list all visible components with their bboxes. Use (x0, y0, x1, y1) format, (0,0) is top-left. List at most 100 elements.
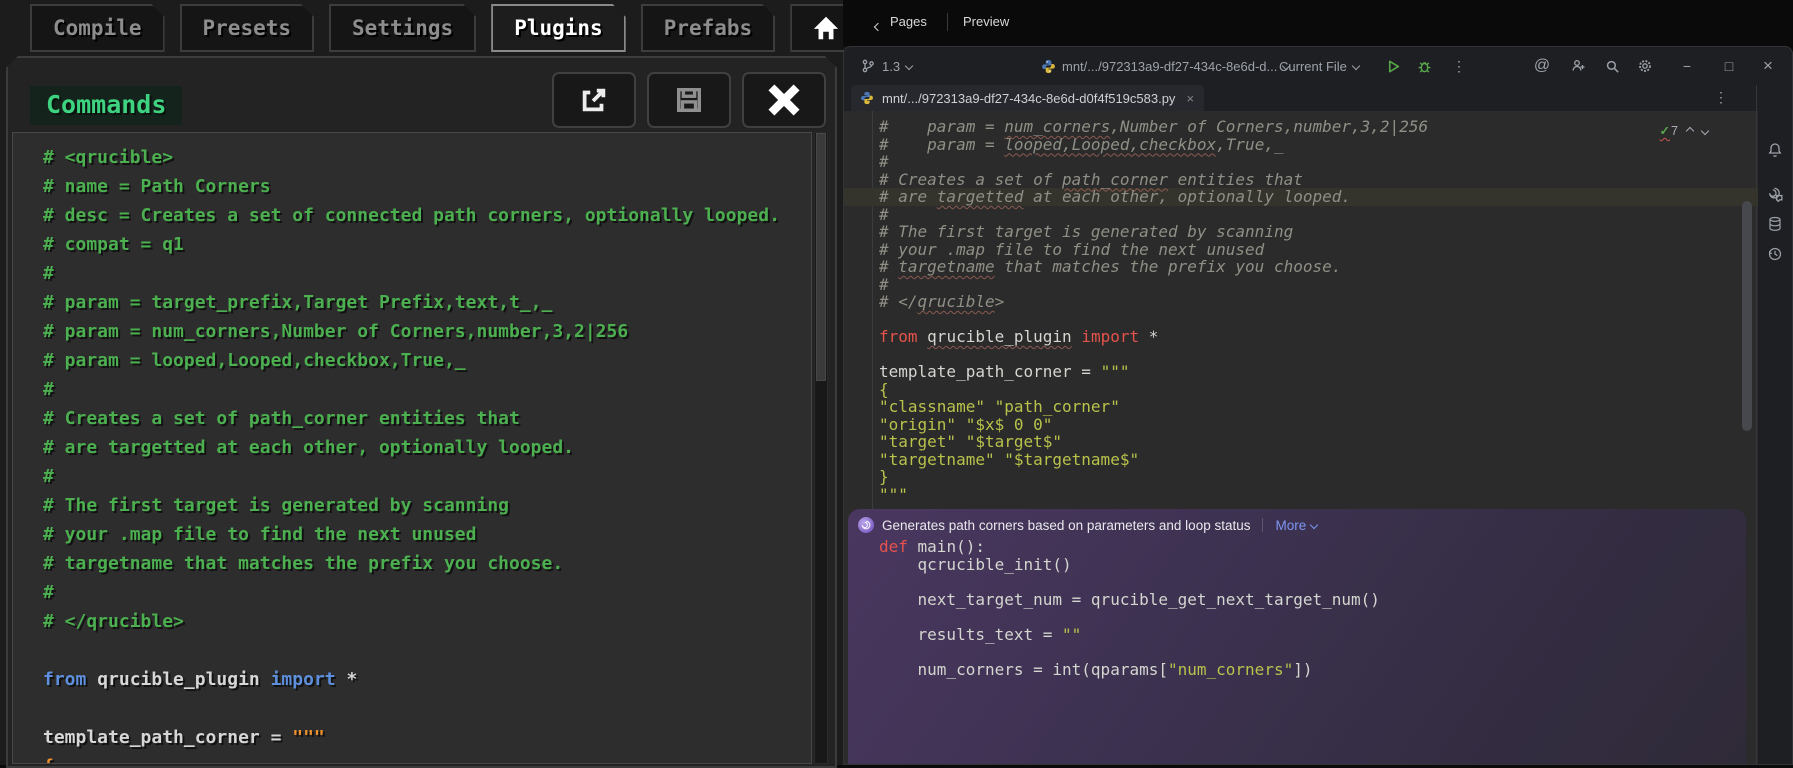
tab-plugins[interactable]: Plugins (491, 4, 626, 52)
database-icon[interactable] (1757, 211, 1793, 237)
save-button[interactable] (647, 72, 731, 128)
code-line: # </qrucible> (844, 293, 1758, 311)
commands-panel: Commands # <qrucible># name (6, 56, 837, 768)
code-line: from qrucible_plugin import * (43, 665, 811, 694)
pages-toolbar: Pages Preview (843, 0, 1793, 46)
tab-filename: mnt/.../972313a9-df27-434c-8e6d-d0f4f519… (882, 91, 1175, 106)
inspection-count: 7 (1671, 124, 1678, 138)
code-line: qcrucible_init() (844, 556, 1758, 574)
plugin-code-editor[interactable]: # <qrucible># name = Path Corners# desc … (12, 132, 812, 764)
chevron-down-icon (1352, 62, 1360, 70)
right-code-lines: # param = num_corners,Number of Corners,… (844, 111, 1758, 678)
settings-gear-icon[interactable] (1630, 47, 1660, 85)
code-line: # <qrucible> (43, 143, 811, 172)
ai-hint-more-link[interactable]: More (1275, 518, 1317, 533)
code-line: # are targetted at each other, optionall… (844, 188, 1758, 206)
ide-window: 1.3 mnt/.../972313a9-df27-434c-8e6d-d...… (843, 46, 1793, 765)
inspection-check-icon: ✓ (1660, 124, 1670, 138)
code-line: # desc = Creates a set of connected path… (43, 201, 811, 230)
code-line: num_corners = int(qparams["num_corners"]… (844, 661, 1758, 679)
code-line: # name = Path Corners (43, 172, 811, 201)
code-line: # </qrucible> (43, 607, 811, 636)
tab-close-icon[interactable]: × (1186, 91, 1194, 106)
prev-problem-icon[interactable] (1686, 126, 1694, 134)
run-config-label: Current File (1279, 59, 1347, 74)
qrucible-app-window: Compile Presets Settings Plugins Prefabs… (0, 0, 843, 765)
history-clock-icon[interactable] (1757, 241, 1793, 267)
right-section: Pages Preview 1.3 (843, 0, 1793, 765)
code-line: # (43, 375, 811, 404)
export-button[interactable] (552, 72, 636, 128)
branch-name: 1.3 (882, 59, 900, 74)
inspections-widget[interactable]: ✓ 7 (1660, 123, 1708, 138)
python-icon (1040, 58, 1056, 74)
pages-link[interactable]: Pages (890, 14, 927, 29)
code-line (844, 608, 1758, 626)
code-line: # Creates a set of path_corner entities … (844, 171, 1758, 189)
code-line: "classname" "path_corner" (844, 398, 1758, 416)
code-line: # targetname that matches the prefix you… (844, 258, 1758, 276)
close-button[interactable] (742, 72, 826, 128)
code-line: from qrucible_plugin import * (844, 328, 1758, 346)
ide-titlebar: 1.3 mnt/.../972313a9-df27-434c-8e6d-d...… (844, 47, 1792, 85)
chevron-down-icon (905, 62, 913, 70)
editor-scrollbar-thumb[interactable] (1742, 201, 1752, 431)
preview-link[interactable]: Preview (963, 14, 1009, 29)
code-line: # (43, 462, 811, 491)
left-code-lines: # <qrucible># name = Path Corners# desc … (13, 133, 811, 764)
code-editor[interactable]: # param = num_corners,Number of Corners,… (844, 111, 1758, 764)
left-scrollbar-thumb[interactable] (816, 133, 826, 381)
run-config-selector[interactable]: Current File (1279, 47, 1359, 85)
panel-title: Commands (30, 86, 182, 125)
close-icon (768, 84, 800, 116)
code-line: results_text = "" (844, 626, 1758, 644)
code-line: # (844, 276, 1758, 294)
maximize-button[interactable]: □ (1714, 47, 1744, 85)
debug-button[interactable] (1409, 47, 1439, 85)
code-with-me-icon[interactable] (1563, 47, 1593, 85)
editor-tab-active[interactable]: mnt/.../972313a9-df27-434c-8e6d-d0f4f519… (851, 85, 1204, 111)
code-line: # The first target is generated by scann… (844, 223, 1758, 241)
next-problem-icon[interactable] (1701, 126, 1709, 134)
code-line: # targetname that matches the prefix you… (43, 549, 811, 578)
export-icon (579, 85, 609, 115)
ai-logo-icon (858, 517, 874, 533)
ai-hint-text: Generates path corners based on paramete… (882, 518, 1250, 533)
tab-options-kebab-icon[interactable]: ⋮ (1714, 89, 1728, 106)
ai-chat-icon[interactable] (1757, 181, 1793, 207)
app-tab-bar: Compile Presets Settings Plugins Prefabs (30, 4, 862, 52)
left-scrollbar[interactable] (814, 132, 828, 764)
ai-assistant-icon[interactable]: @ (1527, 47, 1557, 85)
code-line: # param = looped,Looped,checkbox,True,_ (844, 136, 1758, 154)
more-actions-kebab-icon[interactable]: ⋮ (1444, 47, 1474, 85)
tab-settings[interactable]: Settings (329, 4, 476, 52)
code-line: # (844, 153, 1758, 171)
code-line: # are targetted at each other, optionall… (43, 433, 811, 462)
python-icon (859, 90, 875, 106)
run-button[interactable] (1378, 47, 1408, 85)
git-branch-selector[interactable]: 1.3 (860, 47, 912, 85)
search-icon[interactable] (1597, 47, 1627, 85)
code-line: { (844, 381, 1758, 399)
code-line: "targetname" "$targetname$" (844, 451, 1758, 469)
tab-prefabs[interactable]: Prefabs (641, 4, 776, 52)
code-line: def main(): (844, 538, 1758, 556)
tab-compile[interactable]: Compile (30, 4, 165, 52)
code-line: # param = target_prefix,Target Prefix,te… (43, 288, 811, 317)
notifications-bell-icon[interactable] (1757, 137, 1793, 163)
back-icon[interactable] (875, 18, 881, 33)
minimize-button[interactable]: − (1672, 47, 1702, 85)
code-line: # param = num_corners,Number of Corners,… (43, 317, 811, 346)
divider (1262, 518, 1263, 532)
code-line (844, 643, 1758, 661)
code-line (844, 573, 1758, 591)
git-branch-icon (860, 58, 876, 74)
tab-presets[interactable]: Presets (180, 4, 315, 52)
code-line: """ (844, 486, 1758, 504)
code-line: template_path_corner = """ (844, 363, 1758, 381)
code-line: # compat = q1 (43, 230, 811, 259)
project-selector[interactable]: mnt/.../972313a9-df27-434c-8e6d-d... (1040, 47, 1289, 85)
code-line (844, 311, 1758, 329)
window-close-button[interactable]: × (1753, 47, 1783, 85)
code-line: # (43, 578, 811, 607)
